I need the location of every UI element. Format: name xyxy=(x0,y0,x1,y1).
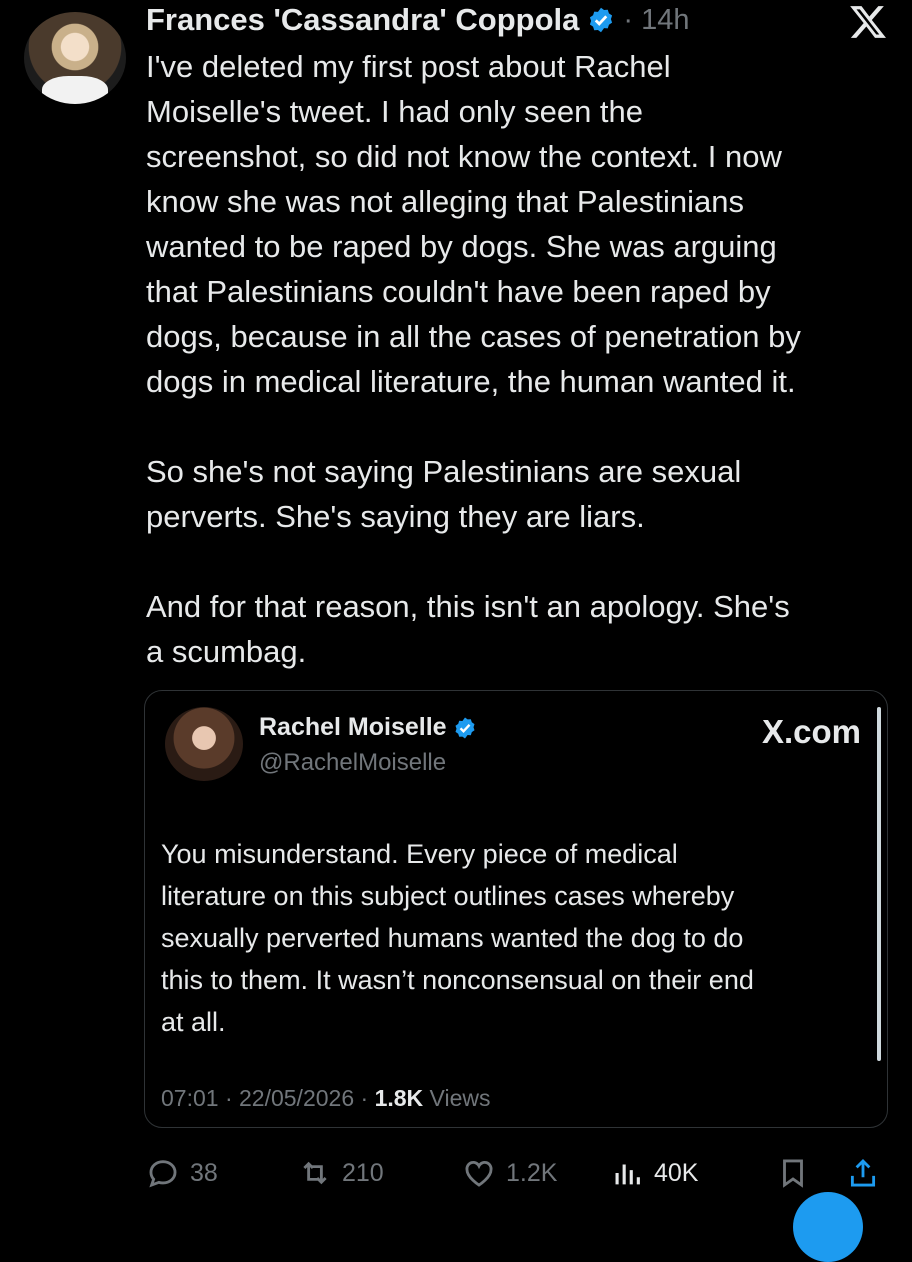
bookmark-icon xyxy=(783,1159,803,1188)
reply-icon xyxy=(149,1160,177,1188)
views-button[interactable]: 40K xyxy=(610,1156,698,1190)
verified-badge-icon xyxy=(590,7,613,33)
share-button[interactable] xyxy=(846,1156,880,1190)
post-header: Frances 'Cassandra' Coppola · 14h xyxy=(146,0,689,40)
analytics-icon xyxy=(615,1164,640,1185)
reply-button[interactable]: 38 xyxy=(146,1156,218,1190)
heart-icon xyxy=(465,1161,493,1187)
quoted-author-avatar[interactable] xyxy=(165,707,243,781)
quoted-tweet-text: You misunderstand. Every piece of medica… xyxy=(161,839,754,1037)
action-bar: 38 210 1.2K 40K xyxy=(146,1152,886,1192)
separator-dot: · xyxy=(623,3,634,36)
repost-icon xyxy=(303,1161,327,1185)
quoted-views-label: Views xyxy=(423,1085,491,1111)
repost-count: 210 xyxy=(342,1158,384,1187)
like-count: 1.2K xyxy=(506,1158,558,1187)
post-text: I've deleted my first post about Rachel … xyxy=(146,49,801,669)
quoted-site-label: X.com xyxy=(761,713,861,750)
quoted-timestamp: 07:01 · 22/05/2026 · xyxy=(161,1085,375,1111)
author-name[interactable]: Frances 'Cassandra' Coppola xyxy=(146,2,579,38)
author-avatar[interactable] xyxy=(24,12,126,104)
quoted-author-handle[interactable]: @RachelMoiselle xyxy=(259,749,446,777)
quoted-tweet-meta: 07:01 · 22/05/2026 · 1.8K Views xyxy=(161,1085,490,1112)
quoted-author-name[interactable]: Rachel Moiselle xyxy=(259,713,447,742)
like-button[interactable]: 1.2K xyxy=(462,1156,557,1190)
x-logo-icon[interactable] xyxy=(848,2,888,42)
share-icon xyxy=(850,1158,876,1187)
reply-count: 38 xyxy=(190,1158,218,1187)
views-count: 40K xyxy=(654,1158,699,1187)
quoted-tweet-card[interactable]: Rachel Moiselle @RachelMoiselle X.com Yo… xyxy=(144,690,888,1128)
repost-button[interactable]: 210 xyxy=(298,1156,384,1190)
verified-badge-icon xyxy=(455,717,475,738)
post-time[interactable]: 14h xyxy=(641,4,689,37)
bookmark-button[interactable] xyxy=(776,1156,810,1190)
quoted-views-count: 1.8K xyxy=(374,1085,424,1111)
compose-button[interactable] xyxy=(793,1192,863,1262)
scrollbar[interactable] xyxy=(877,707,881,1061)
quoted-author-row: Rachel Moiselle xyxy=(259,713,477,742)
